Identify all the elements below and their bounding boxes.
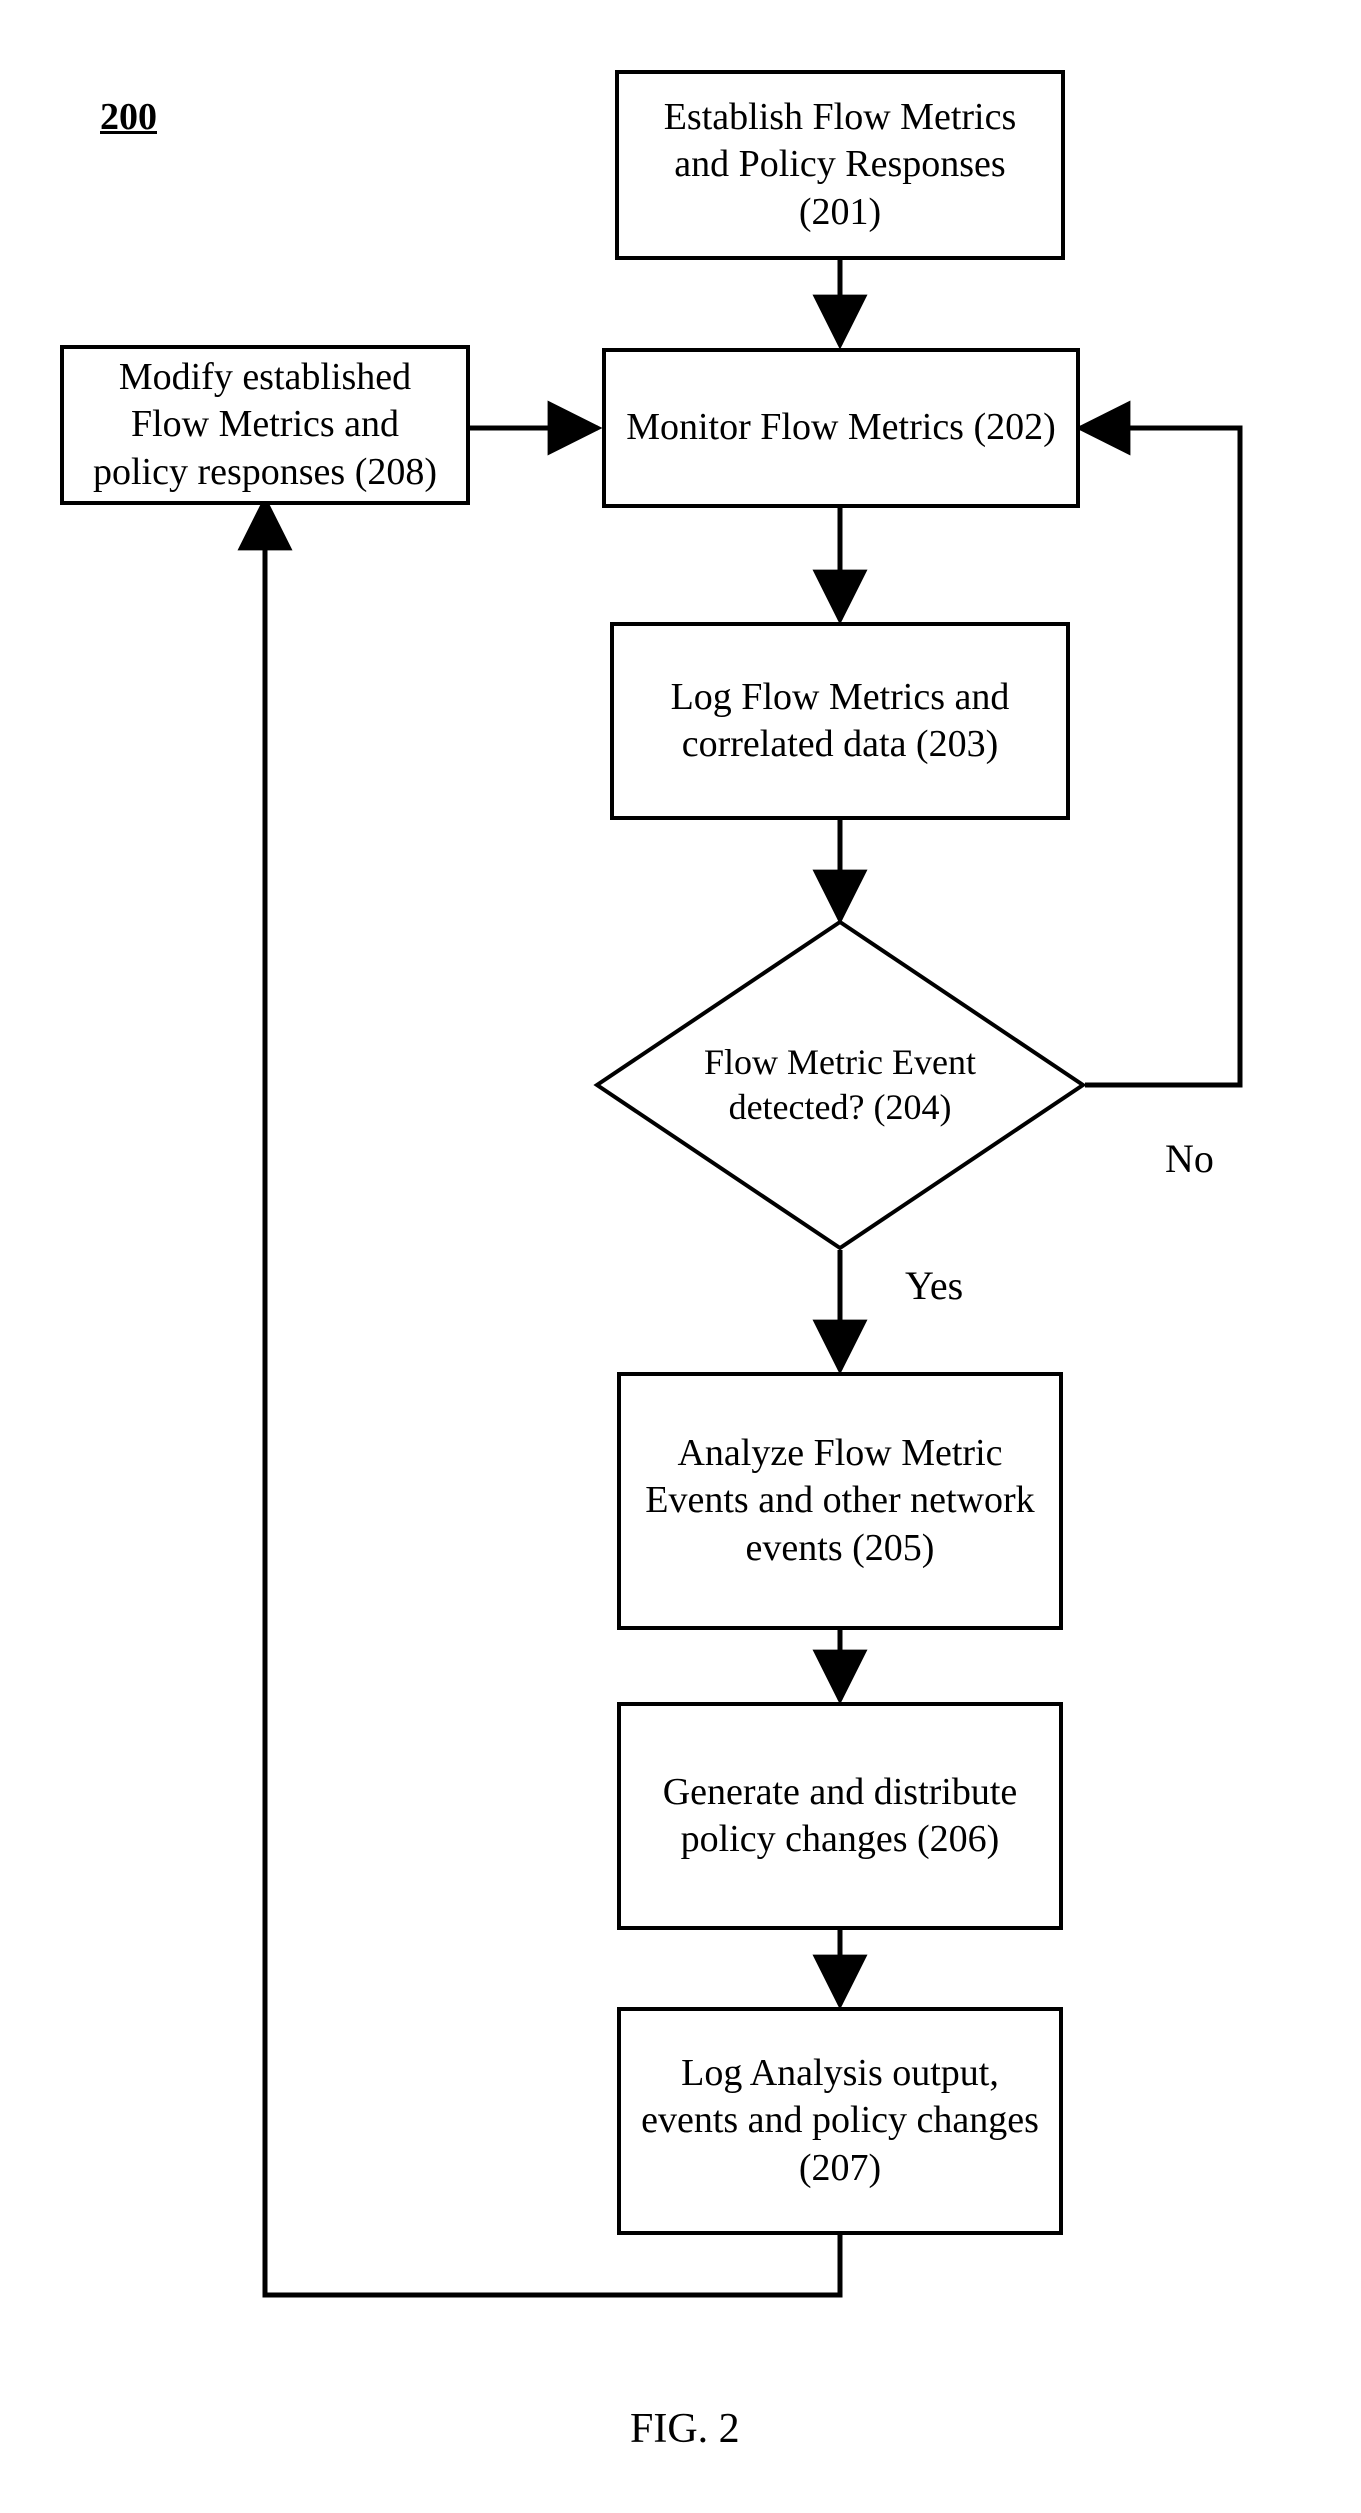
node-201: Establish Flow Metrics and Policy Respon…	[615, 70, 1065, 260]
edge-label-no: No	[1165, 1135, 1214, 1182]
node-203-text: Log Flow Metrics and correlated data (20…	[632, 674, 1048, 769]
edge-label-yes: Yes	[905, 1262, 963, 1309]
node-203: Log Flow Metrics and correlated data (20…	[610, 622, 1070, 820]
figure-caption: FIG. 2	[630, 2405, 740, 2453]
node-207-text: Log Analysis output, events and policy c…	[639, 2050, 1041, 2193]
node-206: Generate and distribute policy changes (…	[617, 1702, 1063, 1930]
flowchart-page: 200 Establish Flow Metrics and Policy Re…	[0, 0, 1361, 2513]
node-205-text: Analyze Flow Metric Events and other net…	[639, 1430, 1041, 1573]
node-201-text: Establish Flow Metrics and Policy Respon…	[637, 94, 1043, 237]
node-208: Modify established Flow Metrics and poli…	[60, 345, 470, 505]
node-204: Flow Metric Event detected? (204)	[700, 1000, 980, 1170]
node-207: Log Analysis output, events and policy c…	[617, 2007, 1063, 2235]
node-202-text: Monitor Flow Metrics (202)	[626, 404, 1056, 452]
node-206-text: Generate and distribute policy changes (…	[639, 1769, 1041, 1864]
node-205: Analyze Flow Metric Events and other net…	[617, 1372, 1063, 1630]
figure-number-label: 200	[100, 95, 157, 139]
node-204-text: Flow Metric Event detected? (204)	[700, 1040, 980, 1130]
node-202: Monitor Flow Metrics (202)	[602, 348, 1080, 508]
node-208-text: Modify established Flow Metrics and poli…	[82, 354, 448, 497]
